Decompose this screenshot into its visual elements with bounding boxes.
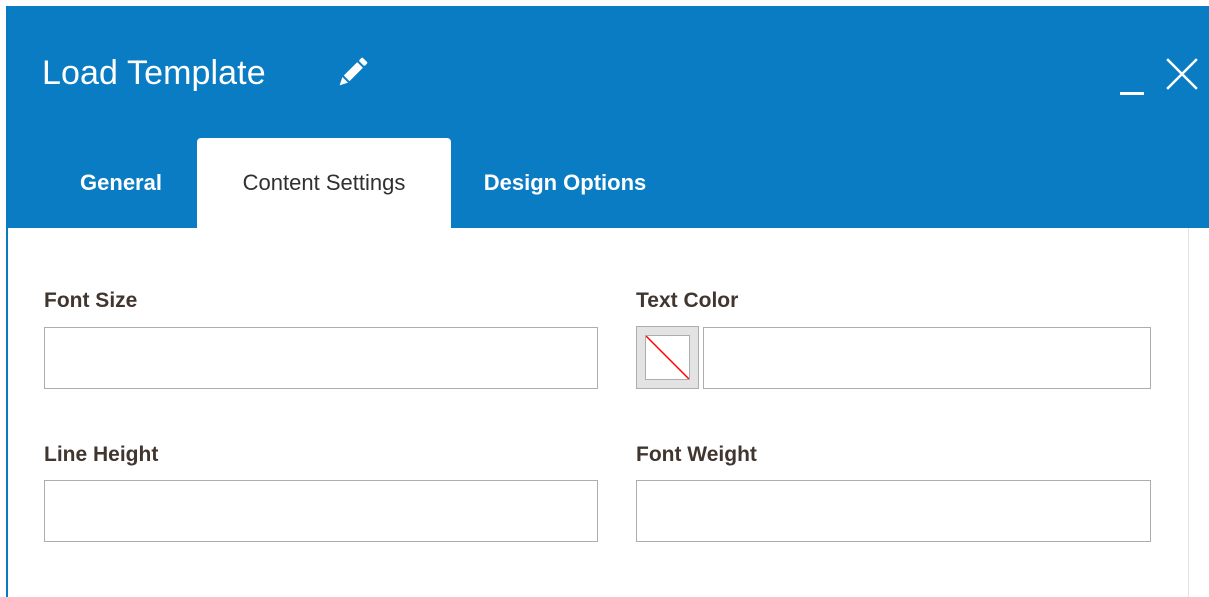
font-weight-label: Font Weight — [636, 443, 757, 466]
tab-bar: General Content Settings Design Options — [8, 138, 1209, 228]
color-swatch-button[interactable] — [636, 326, 699, 389]
scrollbar-track[interactable] — [1188, 228, 1209, 597]
font-size-label: Font Size — [44, 289, 138, 312]
pencil-icon[interactable] — [333, 52, 373, 92]
font-weight-input[interactable] — [636, 480, 1151, 542]
no-color-icon — [645, 335, 690, 380]
line-height-label: Line Height — [44, 443, 159, 466]
dialog-title: Load Template — [42, 54, 266, 92]
line-height-input[interactable] — [44, 480, 598, 542]
dialog-header: Load Template General Content Settings D… — [8, 6, 1209, 228]
text-color-label: Text Color — [636, 289, 739, 312]
font-size-input[interactable] — [44, 327, 598, 389]
tab-general[interactable]: General — [48, 138, 194, 228]
close-icon[interactable] — [1162, 54, 1202, 94]
tab-content-settings[interactable]: Content Settings — [197, 138, 451, 228]
minimize-icon[interactable] — [1116, 58, 1148, 98]
load-template-dialog: Load Template General Content Settings D… — [6, 6, 1209, 597]
tab-design-options[interactable]: Design Options — [454, 138, 676, 228]
text-color-input[interactable] — [703, 327, 1151, 389]
